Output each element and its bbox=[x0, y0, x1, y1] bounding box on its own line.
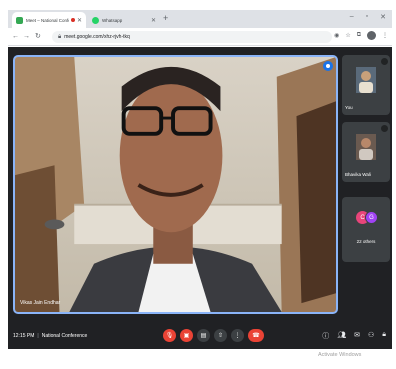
end-call-button[interactable]: ☎︎ bbox=[248, 329, 264, 342]
tab-meet[interactable]: Meet – National Conference ✕ bbox=[12, 12, 86, 28]
speaker-video-frame bbox=[15, 57, 336, 312]
watermark-line-1: Activate Windows bbox=[318, 352, 362, 358]
url-input[interactable]: 🔒︎ meet.google.com/xhz-rjvh-tkq bbox=[52, 31, 332, 43]
activate-windows-watermark: Activate Windows bbox=[318, 352, 361, 358]
close-window-button[interactable]: ✕ bbox=[380, 13, 386, 21]
mic-toggle-button[interactable]: 🎙︎ bbox=[163, 329, 176, 342]
meeting-title: National Conference bbox=[41, 333, 88, 339]
avatar: G bbox=[365, 211, 378, 224]
meeting-info: 12:15 PM | National Conference bbox=[13, 333, 88, 339]
address-bar-row: ← → ↻ 🔒︎ meet.google.com/xhz-rjvh-tkq ◉ … bbox=[8, 28, 392, 46]
main-speaker-tile[interactable]: Vikas Jain Endhar bbox=[13, 55, 338, 314]
captions-button[interactable]: ▤ bbox=[197, 329, 210, 342]
back-icon[interactable]: ← bbox=[12, 32, 19, 41]
side-panel-buttons: ⓘ 👥︎ ✉︎ ⚇ 🔒︎ bbox=[322, 331, 386, 341]
main-speaker-name: Vikas Jain Endhar bbox=[20, 300, 61, 306]
chat-icon[interactable]: ✉︎ bbox=[354, 331, 360, 341]
profile-avatar-icon[interactable] bbox=[367, 31, 376, 40]
people-icon[interactable]: 👥︎ bbox=[337, 331, 346, 341]
info-icon[interactable]: ⓘ bbox=[322, 331, 329, 341]
tab-title: Meet – National Conference bbox=[26, 17, 69, 23]
participant-thumbnail bbox=[356, 134, 376, 160]
extensions-icon[interactable]: ⧉ bbox=[357, 32, 361, 39]
present-icon: ⇧ bbox=[217, 333, 224, 339]
participant-name: You bbox=[345, 105, 353, 110]
minimize-button[interactable]: – bbox=[350, 13, 354, 21]
lock-icon: 🔒︎ bbox=[58, 33, 62, 40]
tile-options-icon[interactable] bbox=[381, 125, 388, 132]
end-call-icon: ☎︎ bbox=[252, 333, 260, 339]
close-tab-icon[interactable]: ✕ bbox=[151, 17, 156, 24]
present-button[interactable]: ⇧ bbox=[214, 329, 227, 342]
camera-permission-icon[interactable]: ◉ bbox=[334, 32, 339, 39]
activities-icon[interactable]: ⚇ bbox=[368, 331, 374, 341]
recording-indicator-icon bbox=[70, 18, 75, 22]
camera-off-icon: ▣ bbox=[183, 333, 190, 339]
browser-tab-strip: Meet – National Conference ✕ Whatsapp ✕ … bbox=[8, 10, 392, 28]
participant-tile[interactable]: Bhavika Wali bbox=[342, 122, 390, 182]
participant-tile-self[interactable]: You bbox=[342, 55, 390, 115]
close-tab-icon[interactable]: ✕ bbox=[77, 17, 82, 24]
participant-thumbnail bbox=[356, 67, 376, 93]
whatsapp-favicon-icon bbox=[92, 16, 99, 24]
forward-icon[interactable]: → bbox=[23, 32, 30, 41]
host-controls-icon[interactable]: 🔒︎ bbox=[382, 331, 386, 341]
mic-off-icon: 🎙︎ bbox=[165, 333, 174, 339]
more-options-button[interactable]: ⋮ bbox=[231, 329, 244, 342]
tile-options-icon[interactable] bbox=[381, 58, 388, 65]
meet-stage: Vikas Jain Endhar You Bhavika Wali C G 2… bbox=[8, 47, 392, 349]
bookmark-star-icon[interactable]: ☆ bbox=[345, 32, 350, 39]
captions-icon: ▤ bbox=[200, 333, 207, 339]
tab-title: Whatsapp bbox=[102, 17, 123, 23]
others-avatars: C G bbox=[356, 211, 378, 225]
browser-toolbar: ◉ ☆ ⧉ ⋮ bbox=[334, 31, 388, 40]
speaking-indicator-icon bbox=[323, 61, 333, 71]
url-text: meet.google.com/xhz-rjvh-tkq bbox=[64, 34, 130, 40]
new-tab-button[interactable]: + bbox=[163, 14, 168, 23]
more-icon: ⋮ bbox=[234, 333, 241, 339]
maximize-button[interactable]: ▫ bbox=[366, 13, 368, 21]
participant-name: Bhavika Wali bbox=[345, 172, 371, 177]
camera-toggle-button[interactable]: ▣ bbox=[180, 329, 193, 342]
meet-favicon-icon bbox=[16, 16, 23, 24]
meeting-clock: 12:15 PM bbox=[13, 333, 35, 339]
tab-whatsapp[interactable]: Whatsapp ✕ bbox=[88, 12, 160, 28]
meeting-control-bar: 12:15 PM | National Conference 🎙︎ ▣ ▤ ⇧ ⋮ … bbox=[8, 325, 392, 349]
others-tile[interactable]: C G 22 others bbox=[342, 197, 390, 262]
call-controls: 🎙︎ ▣ ▤ ⇧ ⋮ ☎︎ bbox=[163, 329, 264, 342]
reload-icon[interactable]: ↻ bbox=[35, 32, 41, 41]
browser-menu-icon[interactable]: ⋮ bbox=[382, 32, 388, 39]
others-count-label: 22 others bbox=[356, 239, 376, 244]
window-controls: – ▫ ✕ bbox=[350, 13, 386, 21]
